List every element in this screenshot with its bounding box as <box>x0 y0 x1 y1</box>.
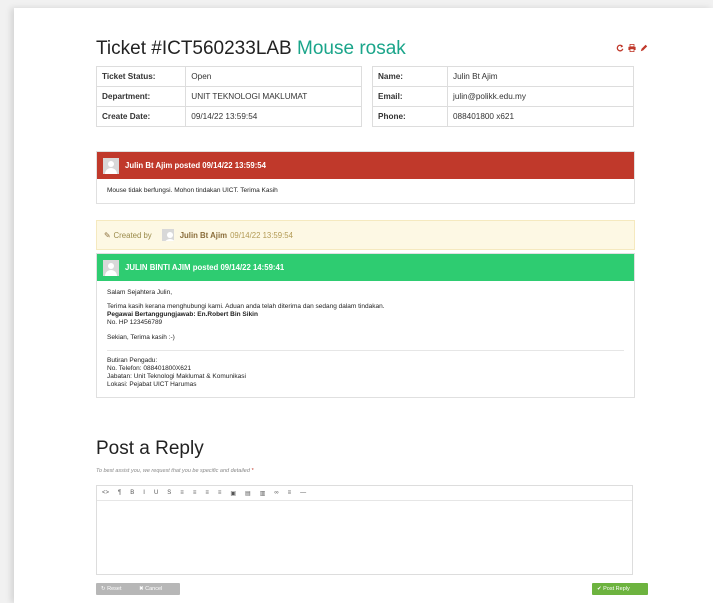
thread-entry-response: JULIN BINTI AJIM posted 09/14/22 14:59:4… <box>96 253 635 399</box>
strike-button[interactable]: S <box>167 490 171 496</box>
avatar <box>161 229 174 241</box>
email-label: Email: <box>372 86 448 107</box>
table-row: Name: Julin Bt Ajim <box>372 66 634 87</box>
thread-event: ✎ Created by Julin Bt Ajim 09/14/22 13:5… <box>96 220 635 250</box>
thread-header-text: JULIN BINTI AJIM posted 09/14/22 14:59:4… <box>125 263 285 272</box>
response-line: Terima kasih kerana menghubungi kami. Ad… <box>107 303 385 311</box>
indent-button[interactable]: ≡ <box>218 490 222 496</box>
reset-label: Reset <box>107 586 122 592</box>
greeting: Salam Sejahtera Julin, <box>107 289 173 296</box>
bold-button[interactable]: B <box>130 490 134 496</box>
reply-hint: To best assist you, we request that you … <box>96 468 254 474</box>
user-info-table: Name: Julin Bt Ajim Email: julin@polikk.ed… <box>372 66 634 127</box>
cancel-button[interactable]: ✖ Cancel <box>134 583 180 595</box>
table-row: Email: julin@polikk.edu.my <box>372 86 634 107</box>
table-row: Ticket Status: Open <box>95 66 362 87</box>
name-value[interactable]: Julin Bt Ajim <box>447 66 634 87</box>
signature-line: Lokasi: Pejabat UICT Harumas <box>107 381 197 388</box>
bullet-list-button[interactable]: ≡ <box>180 490 184 496</box>
reply-editor[interactable]: <> ¶ B I U S ≡ ≡ ≡ ≡ ▣ ▤ ▥ ∞ ≡ — <box>96 485 633 575</box>
divider <box>107 349 624 351</box>
create-date-label: Create Date: <box>95 106 187 127</box>
table-row: Create Date: 09/14/22 13:59:54 <box>95 106 362 127</box>
page-card: Ticket #ICT560233LAB Mouse rosak Ticket … <box>14 8 713 603</box>
department-label: Department: <box>95 86 187 107</box>
status-value: Open <box>185 66 362 87</box>
post-reply-button[interactable]: ✔ Post Reply <box>592 583 648 595</box>
video-button[interactable]: ▤ <box>245 490 251 497</box>
phone-label: Phone: <box>372 106 448 127</box>
thread-body: Mouse tidak berfungsi. Mohon tindakan UI… <box>97 179 634 204</box>
table-row: Phone: 088401800 x621 <box>372 106 634 127</box>
avatar <box>103 157 119 174</box>
required-mark: * <box>251 468 254 474</box>
reset-icon: ↻ <box>101 586 106 592</box>
reply-hint-text: To best assist you, we request that you … <box>96 468 250 474</box>
thread-header: Julin Bt Ajim posted 09/14/22 13:59:54 <box>97 152 634 179</box>
number-list-button[interactable]: ≡ <box>193 490 197 496</box>
thread-header-text: Julin Bt Ajim posted 09/14/22 13:59:54 <box>125 161 266 170</box>
table-row: Department: UNIT TEKNOLOGI MAKLUMAT <box>95 86 362 107</box>
department-value: UNIT TEKNOLOGI MAKLUMAT <box>185 86 362 107</box>
phone-line: No. HP 123456789 <box>107 319 163 327</box>
cancel-label: Cancel <box>145 586 163 592</box>
signature-line: Butiran Pengadu: <box>107 356 158 364</box>
check-icon: ✔ <box>597 586 602 592</box>
thread-header: JULIN BINTI AJIM posted 09/14/22 14:59:4… <box>97 254 634 281</box>
thread-body: Salam Sejahtera Julin, Terima kasih kera… <box>97 281 634 398</box>
avatar <box>103 259 119 276</box>
ticket-number: Ticket #ICT560233LAB <box>96 38 292 59</box>
ticket-info-table: Ticket Status: Open Department: UNIT TEKNO… <box>95 66 362 127</box>
pencil-icon: ✎ <box>104 230 111 240</box>
print-icon[interactable] <box>628 44 636 52</box>
event-user: Julin Bt Ajim <box>179 230 228 240</box>
officer-line: Pegawai Bertanggungjawab: En.Robert Bin … <box>107 311 258 319</box>
email-value[interactable]: julin@polikk.edu.my <box>447 86 634 107</box>
page-title: Ticket #ICT560233LAB Mouse rosak <box>96 38 406 59</box>
editor-toolbar: <> ¶ B I U S ≡ ≡ ≡ ≡ ▣ ▤ ▥ ∞ ≡ — <box>97 486 632 501</box>
thread-entry-message: Julin Bt Ajim posted 09/14/22 13:59:54 M… <box>96 151 635 205</box>
link-button[interactable]: ∞ <box>274 490 278 496</box>
signature-line: No. Telefon: 088401800X621 <box>107 364 192 372</box>
signature-line: Jabatan: Unit Teknologi Maklumat & Komun… <box>107 372 246 380</box>
post-reply-label: Post Reply <box>603 586 630 592</box>
ticket-actions <box>616 44 648 52</box>
refresh-icon[interactable] <box>616 44 624 52</box>
event-label: Created by <box>113 230 152 240</box>
name-label: Name: <box>372 66 448 87</box>
outdent-button[interactable]: ≡ <box>205 490 209 496</box>
table-button[interactable]: ▥ <box>260 490 266 497</box>
html-toggle-button[interactable]: <> <box>102 490 109 496</box>
image-button[interactable]: ▣ <box>230 490 236 497</box>
ticket-subject: Mouse rosak <box>297 38 406 59</box>
italic-button[interactable]: I <box>143 490 145 496</box>
reset-button[interactable]: ↻ Reset <box>96 583 136 595</box>
align-button[interactable]: ≡ <box>288 490 292 496</box>
event-time: 09/14/22 13:59:54 <box>230 230 293 240</box>
closing-line: Sekian, Terima kasih :-) <box>107 333 175 341</box>
reply-title: Post a Reply <box>96 438 204 459</box>
edit-icon[interactable] <box>640 44 648 52</box>
paragraph-button[interactable]: ¶ <box>118 490 121 496</box>
status-label: Ticket Status: <box>95 66 187 87</box>
underline-button[interactable]: U <box>154 490 158 496</box>
horizontal-rule-button[interactable]: — <box>300 490 306 496</box>
title-row: Ticket #ICT560233LAB Mouse rosak <box>96 38 648 64</box>
close-icon: ✖ <box>139 586 144 592</box>
create-date-value: 09/14/22 13:59:54 <box>185 106 362 127</box>
phone-value: 088401800 x621 <box>447 106 634 127</box>
